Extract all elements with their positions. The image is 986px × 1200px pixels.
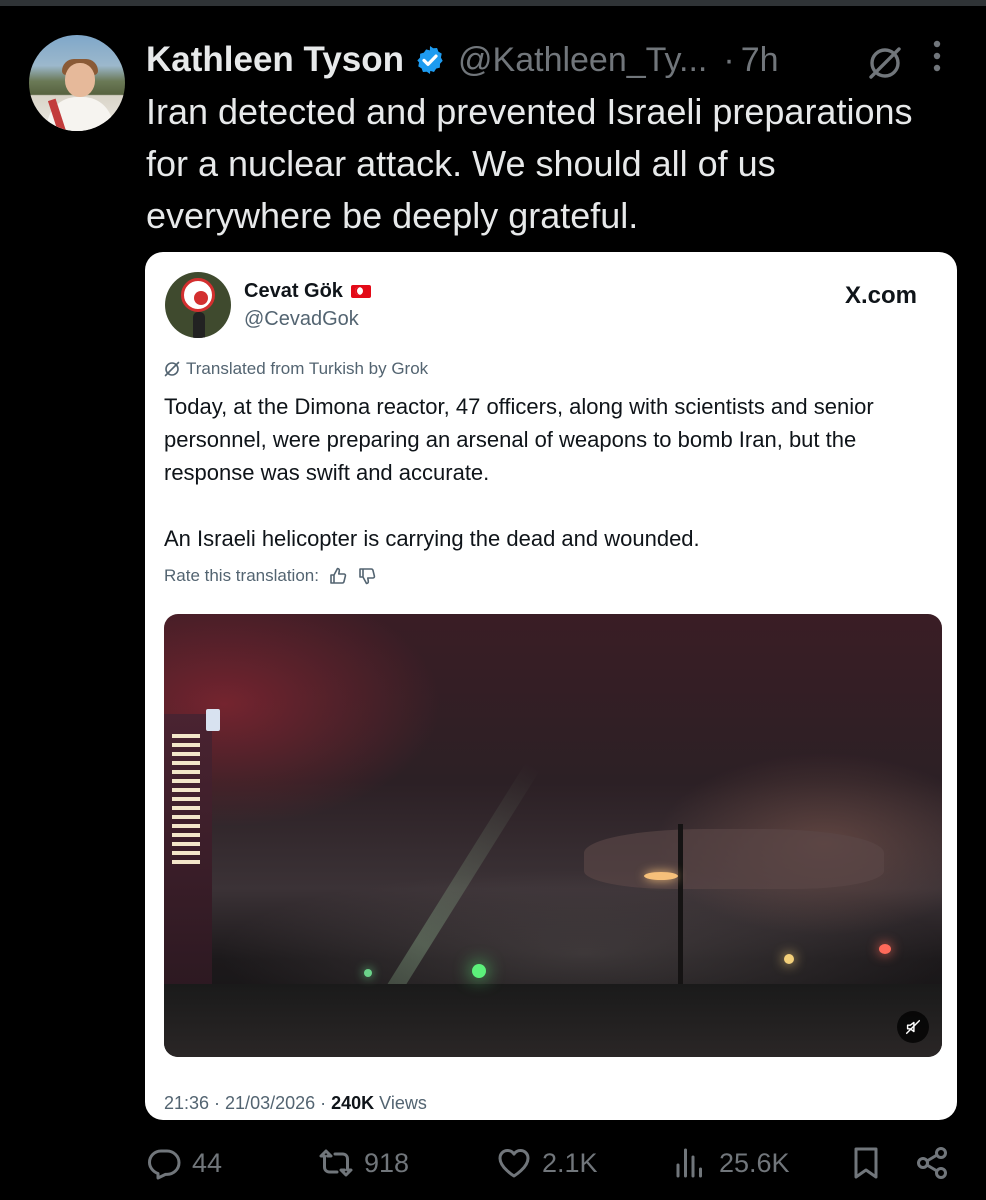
reply-icon [148, 1149, 181, 1180]
bookmark-icon [854, 1147, 878, 1179]
reply-count: 44 [192, 1147, 223, 1178]
author-handle[interactable]: @Kathleen_Ty... [458, 41, 707, 80]
source-label: X.com [845, 282, 918, 309]
repost-count: 918 [364, 1147, 410, 1178]
share-button[interactable] [914, 1145, 960, 1181]
action-bar: 44 918 2.1K 25.6K [0, 1145, 986, 1195]
video-light [364, 969, 372, 977]
video-light [879, 944, 891, 954]
quoted-views-count: 240K [331, 1093, 375, 1113]
quoted-post-text: Today, at the Dimona reactor, 47 officer… [164, 390, 939, 555]
mute-button[interactable] [897, 1011, 929, 1043]
video-light [472, 964, 486, 978]
author-name[interactable]: Kathleen Tyson [146, 40, 404, 80]
quoted-timestamp[interactable]: 21:36 · 21/03/2026 · [164, 1093, 331, 1113]
grok-icon[interactable] [866, 44, 904, 82]
views-icon [676, 1148, 702, 1178]
translation-notice: Translated from Turkish by Grok [163, 359, 428, 379]
repost-icon [319, 1149, 353, 1177]
separator-dot: · [723, 40, 735, 79]
quoted-post-card[interactable]: Cevat Gök @CevadGok X.com Translated fro… [145, 252, 957, 1120]
like-icon [498, 1149, 530, 1178]
post-time[interactable]: 7h [741, 41, 779, 80]
quoted-author-name: Cevat Gök [244, 280, 343, 302]
quoted-author-name-row[interactable]: Cevat Gök [244, 280, 371, 303]
quoted-post-meta: 21:36 · 21/03/2026 · 240K Views [164, 1093, 427, 1114]
video-light [644, 872, 678, 880]
translation-label: Translated from Turkish by Grok [186, 359, 429, 378]
more-icon[interactable] [926, 38, 948, 78]
quoted-author-handle[interactable]: @CevadGok [244, 308, 359, 331]
quoted-paragraph-1: Today, at the Dimona reactor, 47 officer… [164, 394, 874, 485]
mute-icon [905, 1019, 921, 1035]
quoted-author-avatar[interactable] [165, 272, 231, 338]
like-count: 2.1K [542, 1147, 598, 1178]
video-ground [164, 984, 942, 1057]
video-light [784, 954, 794, 964]
verified-badge-icon [414, 44, 446, 76]
repost-button[interactable]: 918 [318, 1145, 409, 1181]
quoted-paragraph-2: An Israeli helicopter is carrying the de… [164, 526, 700, 551]
rate-translation: Rate this translation: [164, 566, 377, 586]
bookmark-button[interactable] [848, 1145, 894, 1181]
quoted-views-label: Views [374, 1093, 427, 1113]
views-count: 25.6K [719, 1147, 790, 1178]
video-light [206, 709, 220, 731]
flag-tr-icon [350, 285, 371, 298]
top-divider [0, 0, 986, 6]
views-button[interactable]: 25.6K [673, 1145, 790, 1181]
post-text: Iran detected and prevented Israeli prep… [146, 91, 913, 236]
video-helicopter [584, 829, 884, 889]
post-header: Kathleen Tyson @Kathleen_Ty... · 7h [146, 36, 779, 84]
thumbs-up-icon[interactable] [328, 566, 348, 586]
reply-button[interactable]: 44 [146, 1145, 222, 1181]
thumbs-down-icon[interactable] [357, 566, 377, 586]
rate-translation-label: Rate this translation: [164, 566, 319, 585]
share-icon [917, 1147, 947, 1179]
like-button[interactable]: 2.1K [496, 1145, 598, 1181]
video-building-windows [172, 734, 200, 869]
grok-icon [164, 361, 180, 377]
quoted-video[interactable] [164, 614, 942, 1057]
author-avatar[interactable] [29, 35, 125, 131]
